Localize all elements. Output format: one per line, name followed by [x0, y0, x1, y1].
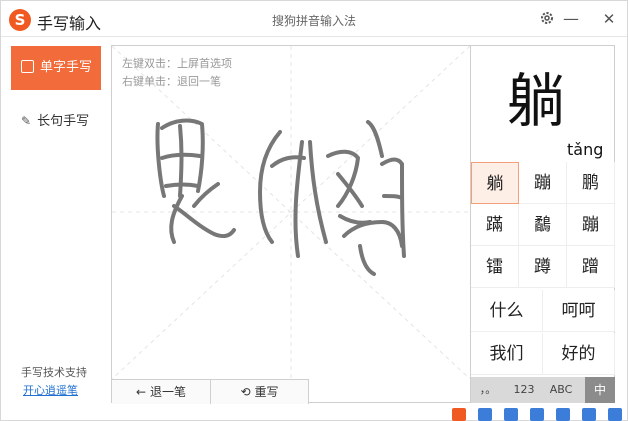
- tray-icon[interactable]: [608, 408, 622, 421]
- candidate-panel: 躺 tǎng 躺 蹦 鹏 蹣 鷸 蹦 镭 蹲 蹭 什么 呵呵 我们 好的 ，。 …: [471, 45, 615, 403]
- candidate-char[interactable]: 蹭: [567, 246, 615, 288]
- candidate-word[interactable]: 什么: [471, 290, 543, 332]
- tray-icon[interactable]: [530, 408, 544, 421]
- candidate-char[interactable]: 鹏: [567, 162, 615, 204]
- pen-lines-icon: ✎: [21, 114, 32, 128]
- chinese-key[interactable]: 中: [585, 377, 615, 403]
- candidate-char[interactable]: 镭: [471, 246, 519, 288]
- window-caption: 搜狗拼音输入法: [271, 14, 356, 28]
- rewrite-label: 重写: [254, 385, 279, 399]
- preview-pinyin: tǎng: [567, 140, 604, 159]
- candidate-word[interactable]: 好的: [543, 333, 615, 375]
- punctuation-key[interactable]: ，。: [475, 377, 501, 403]
- candidate-char[interactable]: 蹦: [519, 162, 567, 204]
- candidate-word[interactable]: 呵呵: [543, 290, 615, 332]
- sidebar: 单字手写 ✎ 长句手写 手写技术支持 开心逍遥笔: [1, 38, 109, 420]
- title-bar: S 手写输入 搜狗拼音输入法 — ✕: [1, 1, 627, 37]
- candidate-char[interactable]: 蹦: [567, 204, 615, 246]
- single-char-label: 单字手写: [40, 60, 93, 75]
- candidate-char[interactable]: 蹲: [519, 246, 567, 288]
- single-char-mode-button[interactable]: 单字手写: [11, 46, 101, 90]
- number-key[interactable]: 123: [509, 377, 539, 403]
- tech-support-label: 手写技术支持: [21, 366, 87, 379]
- undo-stroke-button[interactable]: ← 退一笔: [112, 379, 211, 404]
- pencil-square-icon: [21, 60, 34, 73]
- input-mode-bar: ，。 123 ABC 中: [471, 377, 615, 403]
- handwriting-window: S 手写输入 搜狗拼音输入法 — ✕ 单字手写 ✎ 长句手写 手写技术支持 开心逍…: [0, 0, 628, 421]
- letters-key[interactable]: ABC: [545, 377, 577, 403]
- writing-pad[interactable]: 左键双击：上屏首选项 右键单击：退回一笔 ← 退一笔 ⟲ 重写: [111, 45, 471, 404]
- preview-character: 躺: [507, 67, 566, 135]
- tech-support-link[interactable]: 开心逍遥笔: [23, 382, 78, 398]
- candidate-char[interactable]: 蹣: [471, 204, 519, 246]
- tray-icon[interactable]: [556, 408, 570, 421]
- sentence-mode-button[interactable]: ✎ 长句手写: [11, 106, 101, 136]
- tray-icon[interactable]: [478, 408, 492, 421]
- handwriting-strokes: [155, 118, 406, 276]
- candidate-word[interactable]: 我们: [471, 333, 543, 375]
- candidate-char-selected[interactable]: 躺: [471, 162, 519, 204]
- minimize-button[interactable]: —: [562, 10, 580, 28]
- back-arrow-icon: ←: [136, 385, 147, 399]
- tray-icon[interactable]: [582, 408, 596, 421]
- sogou-tray-icon[interactable]: [452, 408, 466, 421]
- gear-icon[interactable]: [538, 10, 556, 28]
- sentence-label: 长句手写: [37, 114, 90, 129]
- refresh-icon: ⟲: [240, 385, 251, 399]
- tray-icon[interactable]: [504, 408, 518, 421]
- rewrite-button[interactable]: ⟲ 重写: [211, 379, 309, 404]
- undo-stroke-label: 退一笔: [149, 385, 186, 399]
- candidate-char[interactable]: 鷸: [519, 204, 567, 246]
- close-button[interactable]: ✕: [600, 10, 618, 28]
- taskbar-strip: [452, 404, 628, 421]
